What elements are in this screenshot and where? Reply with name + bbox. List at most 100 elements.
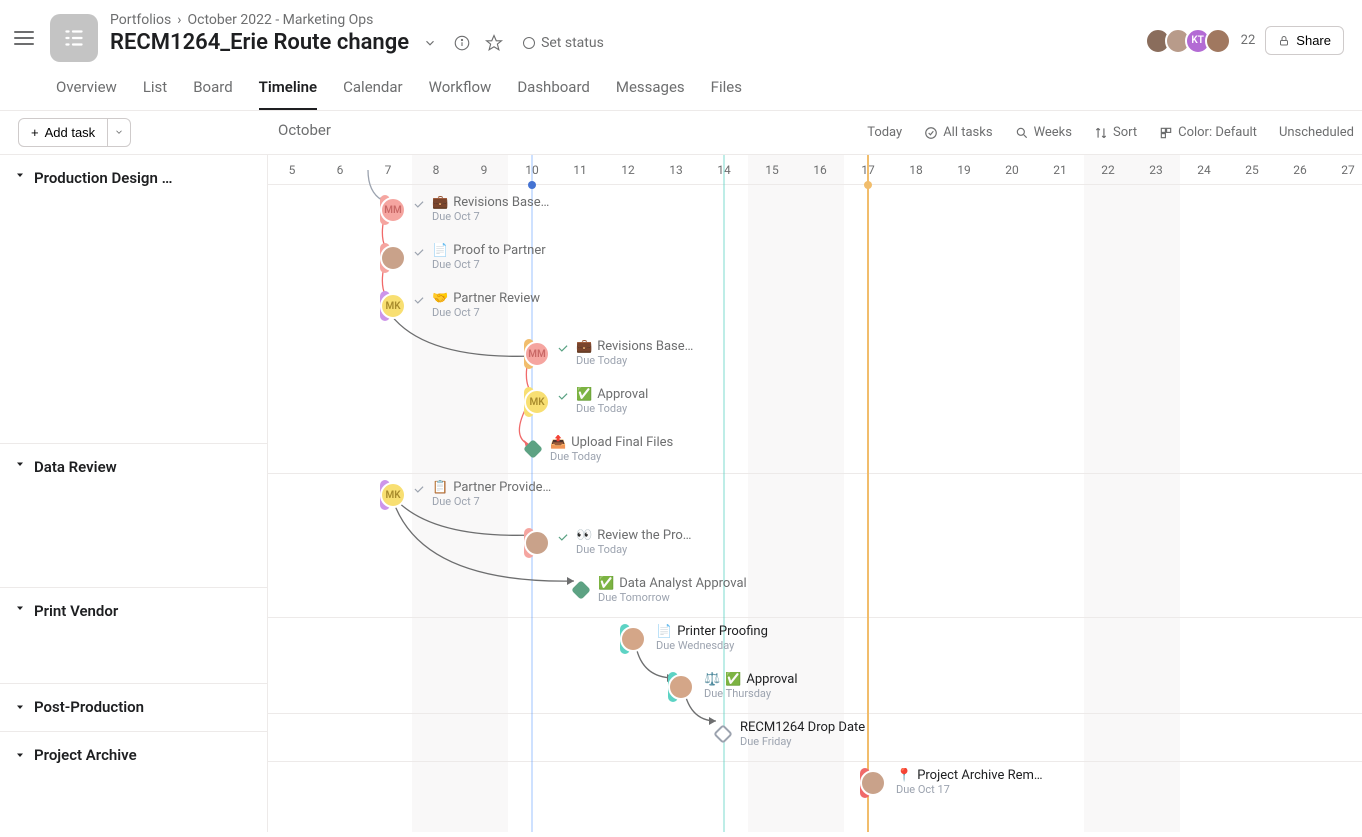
check-icon[interactable] bbox=[412, 482, 426, 496]
add-task-button[interactable]: + Add task bbox=[18, 118, 108, 147]
tab-board[interactable]: Board bbox=[193, 72, 232, 110]
breadcrumb: Portfolios › October 2022 - Marketing Op… bbox=[110, 8, 1151, 28]
unscheduled-button[interactable]: Unscheduled bbox=[1279, 125, 1354, 140]
day-header: 27 bbox=[1324, 155, 1362, 184]
member-avatars[interactable]: KT bbox=[1151, 28, 1231, 54]
add-task-dropdown[interactable] bbox=[108, 118, 131, 147]
tab-messages[interactable]: Messages bbox=[616, 72, 685, 110]
upload-icon: 📤 bbox=[550, 435, 566, 450]
milestone-icon[interactable] bbox=[571, 580, 591, 600]
assignee-avatar[interactable]: MK bbox=[524, 389, 550, 415]
section-label: Production Design … bbox=[34, 169, 172, 187]
task-row[interactable]: 📤Upload Final Files Due Today bbox=[526, 435, 673, 463]
task-due: Due Thursday bbox=[704, 687, 798, 700]
section-project-archive[interactable]: Project Archive bbox=[0, 732, 267, 778]
checkmark-icon: ✅ bbox=[576, 387, 592, 402]
day-header: 21 bbox=[1036, 155, 1084, 184]
avatar bbox=[1205, 28, 1231, 54]
aux-dot-icon bbox=[864, 181, 872, 189]
milestone-icon[interactable] bbox=[523, 439, 543, 459]
section-label: Print Vendor bbox=[34, 602, 118, 620]
assignee-avatar[interactable] bbox=[524, 530, 550, 556]
task-name: Data Analyst Approval bbox=[619, 576, 747, 591]
info-icon[interactable] bbox=[451, 32, 473, 54]
day-header: 5 bbox=[268, 155, 316, 184]
date-header: 5678910111213141516171819202122232425262… bbox=[268, 155, 1362, 185]
day-header: 11 bbox=[556, 155, 604, 184]
section-label: Data Review bbox=[34, 458, 117, 476]
tab-list[interactable]: List bbox=[143, 72, 167, 110]
assignee-avatar[interactable] bbox=[380, 245, 406, 271]
check-icon[interactable] bbox=[556, 530, 570, 544]
check-icon[interactable] bbox=[412, 197, 426, 211]
tab-calendar[interactable]: Calendar bbox=[343, 72, 403, 110]
palette-icon bbox=[1159, 126, 1173, 140]
task-row[interactable]: MK 📋Partner Provide… Due Oct 7 bbox=[380, 480, 551, 510]
color-button[interactable]: Color: Default bbox=[1159, 125, 1257, 140]
task-row[interactable]: 📄Printer Proofing Due Wednesday bbox=[620, 624, 768, 654]
assignee-avatar[interactable]: MM bbox=[380, 197, 406, 223]
aux-marker bbox=[867, 155, 869, 832]
task-row[interactable]: MK ✅Approval Due Today bbox=[524, 387, 648, 417]
assignee-avatar[interactable] bbox=[620, 626, 646, 652]
star-icon[interactable] bbox=[483, 32, 505, 54]
task-due: Due Wednesday bbox=[656, 639, 768, 652]
task-row[interactable]: ✅Data Analyst Approval Due Tomorrow bbox=[574, 576, 747, 604]
tab-timeline[interactable]: Timeline bbox=[259, 72, 317, 110]
tab-overview[interactable]: Overview bbox=[56, 72, 117, 110]
tab-workflow[interactable]: Workflow bbox=[429, 72, 492, 110]
section-post-production[interactable]: Post-Production bbox=[0, 684, 267, 730]
task-row[interactable]: 📍Project Archive Rem… Due Oct 17 bbox=[860, 768, 1043, 798]
task-due: Due Today bbox=[576, 543, 691, 556]
task-due: Due Oct 7 bbox=[432, 306, 540, 319]
share-button[interactable]: Share bbox=[1265, 26, 1344, 55]
sort-button[interactable]: Sort bbox=[1094, 125, 1137, 140]
assignee-avatar[interactable] bbox=[668, 674, 694, 700]
task-name: Partner Provide… bbox=[453, 480, 551, 495]
menu-toggle[interactable] bbox=[8, 22, 40, 54]
caret-down-icon bbox=[14, 458, 26, 470]
breadcrumb-root[interactable]: Portfolios bbox=[110, 12, 171, 28]
today-button[interactable]: Today bbox=[867, 125, 902, 140]
task-name: Review the Pro… bbox=[597, 528, 691, 543]
check-icon[interactable] bbox=[556, 389, 570, 403]
tab-files[interactable]: Files bbox=[711, 72, 742, 110]
chevron-down-icon[interactable] bbox=[419, 32, 441, 54]
month-label: October bbox=[278, 121, 331, 139]
plus-icon: + bbox=[31, 125, 39, 140]
handshake-icon: 🤝 bbox=[432, 291, 448, 306]
task-row[interactable]: 👀Review the Pro… Due Today bbox=[524, 528, 691, 558]
task-row[interactable]: ⚖️ ✅ Approval Due Thursday bbox=[668, 672, 798, 702]
task-row[interactable]: MK 🤝Partner Review Due Oct 7 bbox=[380, 291, 540, 321]
section-production-design[interactable]: Production Design … bbox=[0, 155, 267, 201]
task-due: Due Tomorrow bbox=[598, 591, 747, 604]
section-print-vendor[interactable]: Print Vendor bbox=[0, 588, 267, 634]
assignee-avatar[interactable] bbox=[860, 770, 886, 796]
breadcrumb-leaf[interactable]: October 2022 - Marketing Ops bbox=[187, 12, 373, 28]
task-row[interactable]: MM 💼Revisions Base… Due Today bbox=[524, 339, 693, 369]
day-header: 24 bbox=[1180, 155, 1228, 184]
tab-dashboard[interactable]: Dashboard bbox=[517, 72, 590, 110]
all-tasks-filter[interactable]: All tasks bbox=[924, 125, 992, 140]
scale-icon: ⚖️ bbox=[704, 672, 720, 687]
check-icon[interactable] bbox=[412, 293, 426, 307]
set-status-button[interactable]: Set status bbox=[523, 35, 604, 51]
assignee-avatar[interactable]: MM bbox=[524, 341, 550, 367]
day-header: 13 bbox=[652, 155, 700, 184]
zoom-selector[interactable]: Weeks bbox=[1015, 125, 1072, 140]
task-name: Approval bbox=[746, 672, 797, 687]
assignee-avatar[interactable]: MK bbox=[380, 293, 406, 319]
task-row[interactable]: 📄Proof to Partner Due Oct 7 bbox=[380, 243, 546, 273]
magnify-icon bbox=[1015, 126, 1029, 140]
milestone-icon[interactable] bbox=[713, 724, 733, 744]
task-name: Revisions Base… bbox=[453, 195, 549, 210]
check-icon[interactable] bbox=[412, 245, 426, 259]
assignee-avatar[interactable]: MK bbox=[380, 482, 406, 508]
task-row[interactable]: MM 💼Revisions Base… Due Oct 7 bbox=[380, 195, 549, 225]
day-header: 9 bbox=[460, 155, 508, 184]
task-row[interactable]: RECM1264 Drop Date Due Friday bbox=[716, 720, 865, 748]
task-due: Due Oct 7 bbox=[432, 210, 549, 223]
section-data-review[interactable]: Data Review bbox=[0, 444, 267, 490]
checkmark-icon: ✅ bbox=[725, 672, 741, 687]
check-icon[interactable] bbox=[556, 341, 570, 355]
